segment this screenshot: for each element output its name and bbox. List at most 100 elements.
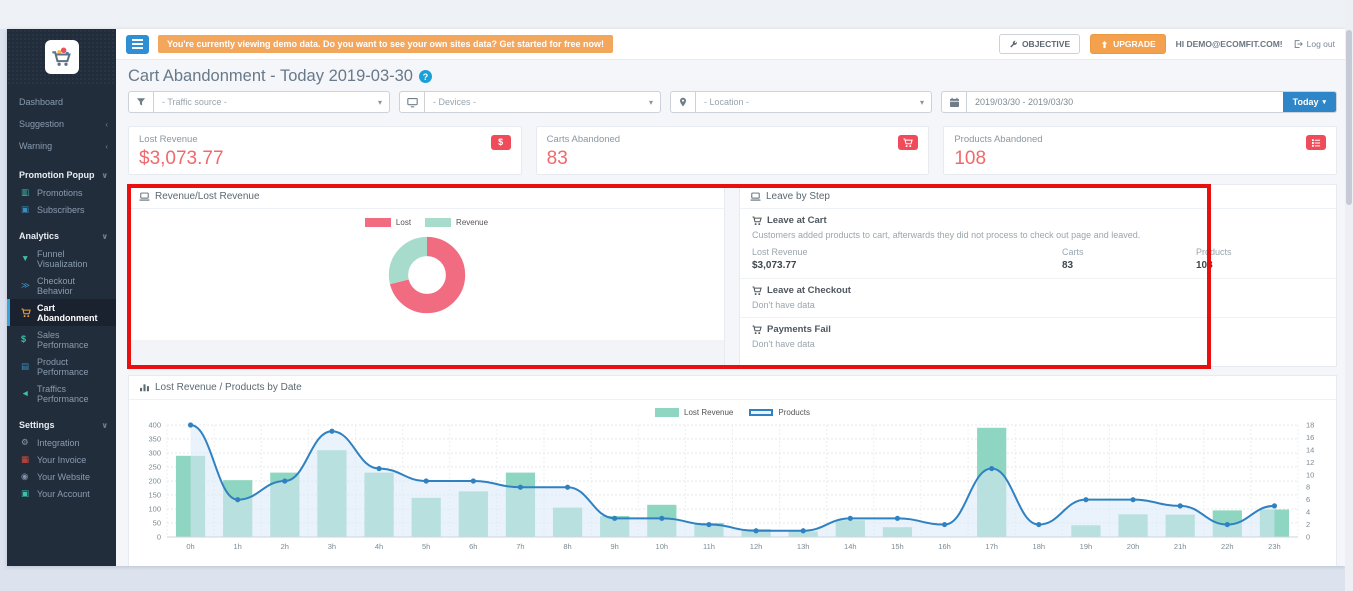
sidebar-item-analytics[interactable]: Analytics∨ [7,225,116,245]
svg-text:19h: 19h [1080,542,1093,551]
sidebar-item-label: Settings [19,420,55,430]
upgrade-label: UPGRADE [1113,39,1156,49]
svg-text:16: 16 [1306,433,1314,442]
svg-text:10h: 10h [656,542,669,551]
filter-icon [129,92,154,112]
date-range-value: 2019/03/30 - 2019/03/30 [967,92,1283,112]
sidebar-item-your-account[interactable]: ▣Your Account [7,485,116,502]
scrollbar-thumb[interactable] [1346,30,1352,205]
donut-chart-area: Lost Revenue [129,209,724,340]
legend-item-lost: Lost [365,218,411,227]
sidebar-item-label: Subscribers [37,205,85,215]
svg-text:22h: 22h [1221,542,1234,551]
upgrade-button[interactable]: UPGRADE [1090,34,1166,54]
sidebar-item-your-invoice[interactable]: ▦Your Invoice [7,451,116,468]
logo-area [7,29,116,85]
sidebar-item-integration[interactable]: ⚙Integration [7,434,116,451]
sidebar-item-subscribers[interactable]: ▣ Subscribers [7,201,116,218]
sidebar-item-sales-performance[interactable]: $Sales Performance [7,326,116,353]
sidebar-item-checkout-behavior[interactable]: ≫Checkout Behavior [7,272,116,299]
sidebar-item-dashboard[interactable]: Dashboard [7,91,116,113]
step-stat-label: Products [1196,247,1324,257]
cart-icon [752,216,762,226]
svg-text:100: 100 [148,505,161,514]
donut-chart [129,229,724,321]
traffic-icon: ◄ [21,389,32,398]
chevron-icon: ‹ [105,120,108,129]
svg-text:6h: 6h [469,542,477,551]
sidebar-item-label: Warning [19,141,52,151]
panel-footer [129,340,724,366]
legend-label: Products [778,408,810,417]
sidebar-item-your-website[interactable]: ◉Your Website [7,468,116,485]
sidebar-item-traffics-performance[interactable]: ◄Traffics Performance [7,380,116,407]
svg-text:200: 200 [148,477,161,486]
top-margin [0,0,1353,29]
dollar-icon: $ [21,335,32,344]
step-stat-value: $3,073.77 [752,260,1062,271]
hamburger-button[interactable] [126,35,149,54]
legend-item-revenue: Revenue [425,218,488,227]
sidebar-item-label: Funnel Visualization [37,249,108,269]
svg-text:13h: 13h [797,542,810,551]
panel-title: Leave by Step [766,191,830,202]
globe-icon: ◉ [21,472,32,481]
legend-swatch [655,408,679,417]
svg-text:14: 14 [1306,445,1314,454]
filter--devices--dropdown[interactable]: - Devices -▾ [399,91,661,113]
page-title: Cart Abandonment - Today 2019-03-30 [128,67,413,86]
user-greeting: HI DEMO@ECOMFIT.COM! [1176,39,1283,49]
filter--location--dropdown[interactable]: - Location -▾ [670,91,932,113]
sidebar-item-promotions[interactable]: ▥Promotions [7,184,116,201]
wrench-icon [1009,40,1018,49]
svg-text:4h: 4h [375,542,383,551]
calendar-icon [942,92,967,112]
stat-label: Products Abandoned [954,134,1326,145]
map-marker-icon [671,92,696,112]
svg-text:350: 350 [148,435,161,444]
date-range-picker[interactable]: 2019/03/30 - 2019/03/30 Today ▾ [941,91,1337,113]
svg-text:8: 8 [1306,483,1310,492]
step-stat-label: Lost Revenue [752,247,1062,257]
svg-text:15h: 15h [891,542,904,551]
legend-swatch [749,409,773,416]
panel-header: Leave by Step [740,185,1336,209]
sidebar-item-settings[interactable]: Settings ∨ [7,414,116,434]
step-stat-value: 108 [1196,260,1324,271]
sidebar-item-suggestion[interactable]: Suggestion‹ [7,113,116,135]
demo-data-banner[interactable]: You're currently viewing demo data. Do y… [158,35,613,53]
stat-value: 108 [954,148,1326,170]
cart-icon [752,286,762,296]
sidebar-item-warning[interactable]: Warning‹ [7,135,116,157]
svg-text:0h: 0h [186,542,194,551]
today-button[interactable]: Today ▾ [1283,92,1336,112]
panel-title: Lost Revenue / Products by Date [155,382,302,393]
panel-header: Revenue/Lost Revenue [129,185,724,209]
svg-text:16h: 16h [938,542,951,551]
app-logo[interactable] [45,40,79,74]
svg-text:400: 400 [148,421,161,430]
subscribers-icon: ▣ [21,205,32,214]
svg-text:7h: 7h [516,542,524,551]
logout-link[interactable]: Log out [1293,39,1335,49]
sidebar-item-label: Promotions [37,188,83,198]
logout-icon [1293,39,1303,49]
stat-card-carts-abandoned: Carts Abandoned83 [536,126,930,175]
sidebar-item-promotion-popup[interactable]: Promotion Popup∨ [7,164,116,184]
dollar-icon: $ [491,135,511,150]
objective-button[interactable]: OBJECTIVE [999,34,1080,54]
sidebar-item-product-performance[interactable]: ▤Product Performance [7,353,116,380]
sidebar-item-funnel-visualization[interactable]: ▼Funnel Visualization [7,245,116,272]
chevron-down-icon: ▾ [378,92,389,112]
chevron-icon: ∨ [102,421,109,430]
sidebar-item-cart-abandonment[interactable]: Cart Abandonment [7,299,116,326]
filter--traffic-source--dropdown[interactable]: - Traffic source -▾ [128,91,390,113]
stat-card-row: Lost Revenue$3,073.77$Carts Abandoned83P… [128,126,1337,175]
svg-text:1h: 1h [234,542,242,551]
topbar: You're currently viewing demo data. Do y… [116,29,1345,60]
scrollbar[interactable] [1345,0,1353,591]
svg-text:11h: 11h [703,542,715,551]
help-icon[interactable]: ? [419,70,432,83]
svg-text:300: 300 [148,449,161,458]
laptop-icon [139,191,150,202]
